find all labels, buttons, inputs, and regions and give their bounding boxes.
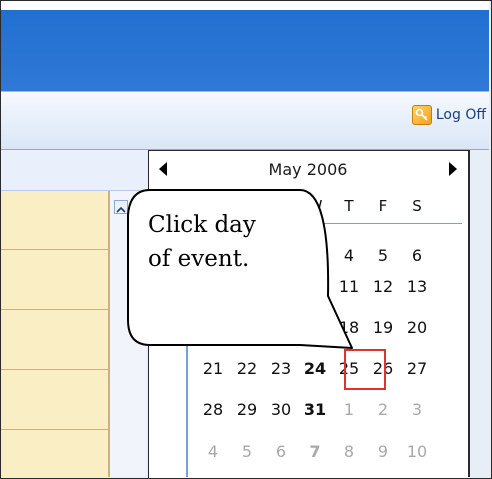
day-cell[interactable]: 19 — [366, 316, 400, 340]
scroll-up-button[interactable] — [114, 200, 128, 214]
title-bar — [1, 1, 489, 91]
logoff-button[interactable]: Log Off — [411, 105, 486, 125]
day-cell[interactable]: 4 — [196, 440, 230, 464]
callout-line: Click day — [148, 212, 256, 238]
day-cell[interactable]: 3 — [298, 244, 332, 268]
day-cell[interactable]: 30 — [264, 398, 298, 422]
day-cell[interactable]: 3 — [400, 398, 434, 422]
day-cell[interactable]: 10 — [400, 440, 434, 464]
logoff-label: Log Off — [435, 107, 486, 123]
day-cell[interactable]: 20 — [400, 316, 434, 340]
day-cell[interactable]: 31 — [298, 398, 332, 422]
triangle-right-icon — [448, 162, 457, 176]
prev-month-button[interactable] — [153, 159, 173, 179]
day-cell[interactable]: 5 — [230, 440, 264, 464]
day-cell[interactable]: 5 — [366, 244, 400, 268]
weekday-header: W — [307, 197, 323, 215]
key-icon — [411, 105, 432, 125]
day-cell[interactable]: 27 — [400, 357, 434, 381]
weekday-header: S — [412, 197, 422, 215]
day-cell[interactable]: 24 — [298, 357, 332, 381]
month-title: May 2006 — [268, 159, 348, 179]
next-month-button[interactable] — [443, 159, 463, 179]
day-cell[interactable]: 8 — [332, 440, 366, 464]
callout-text: Click day of event. — [148, 208, 298, 276]
window-top-strip — [1, 1, 489, 10]
day-cell[interactable]: 26 — [366, 357, 400, 381]
row-divider — [1, 429, 109, 430]
row-divider — [1, 369, 109, 370]
weekday-header: F — [378, 197, 388, 215]
day-cell[interactable]: 22 — [230, 357, 264, 381]
day-cell[interactable]: 9 — [366, 440, 400, 464]
day-cell[interactable]: 2 — [366, 398, 400, 422]
left-pane-header — [1, 150, 147, 191]
weekday-header: T — [344, 197, 354, 215]
day-cell[interactable]: 23 — [264, 357, 298, 381]
day-cell[interactable]: 13 — [400, 275, 434, 299]
day-cell[interactable]: 10 — [298, 275, 332, 299]
calendar-header: May 2006 — [153, 156, 463, 182]
day-cell[interactable]: 28 — [196, 398, 230, 422]
callout-line: of event. — [148, 246, 250, 272]
calendar-right-gutter — [470, 150, 489, 477]
scroll-column — [110, 191, 146, 477]
appointment-list — [1, 191, 109, 477]
day-cell[interactable]: 17 — [298, 316, 332, 340]
day-cell[interactable]: 12 — [366, 275, 400, 299]
day-cell[interactable]: 1 — [332, 398, 366, 422]
day-cell[interactable]: 29 — [230, 398, 264, 422]
day-cell[interactable]: 4 — [332, 244, 366, 268]
day-cell[interactable]: 18 — [332, 316, 366, 340]
day-cell[interactable]: 6 — [400, 244, 434, 268]
day-cell[interactable]: 21 — [196, 357, 230, 381]
chevron-up-icon — [116, 206, 126, 213]
day-cell[interactable]: 6 — [264, 440, 298, 464]
row-divider — [1, 309, 109, 310]
row-divider — [1, 249, 109, 250]
day-cell[interactable]: 25 — [332, 357, 366, 381]
day-cell[interactable]: 11 — [332, 275, 366, 299]
day-cell[interactable]: 7 — [298, 440, 332, 464]
triangle-left-icon — [159, 162, 167, 176]
